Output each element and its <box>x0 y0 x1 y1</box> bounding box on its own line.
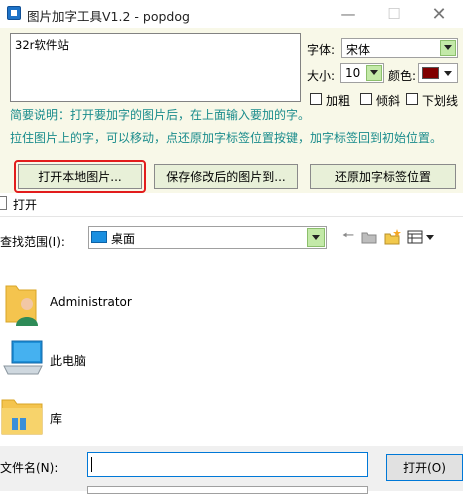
window-title: 图片加字工具V1.2 - popdog <box>27 9 190 24</box>
underline-label: 下划线 <box>422 94 459 108</box>
text-caret <box>91 457 92 472</box>
computer-icon <box>3 340 43 375</box>
view-menu-icon <box>407 230 434 244</box>
user-folder-icon <box>5 285 38 326</box>
library-folder-icon <box>1 399 43 435</box>
dialog-separator <box>0 216 463 217</box>
minimize-button[interactable]: — <box>325 0 371 28</box>
chevron-down-icon <box>440 40 456 56</box>
back-button[interactable]: 🠔 <box>340 228 356 246</box>
open-button[interactable]: 打开(O) <box>386 454 463 481</box>
item-label-administrator: Administrator <box>50 295 132 309</box>
bold-label: 加粗 <box>326 94 351 108</box>
new-folder-button[interactable] <box>384 228 402 246</box>
file-type-select[interactable] <box>87 486 368 494</box>
list-item[interactable] <box>2 282 42 326</box>
list-item[interactable] <box>0 396 44 436</box>
chevron-down-icon <box>366 65 382 81</box>
item-label-library: 库 <box>50 412 63 426</box>
italic-label: 倾斜 <box>376 94 401 108</box>
maximize-button: ☐ <box>371 0 417 28</box>
close-icon: ✕ <box>431 3 447 25</box>
up-folder-icon <box>361 232 377 244</box>
file-list: Administrator 此电脑 库 <box>0 268 463 445</box>
color-swatch <box>422 67 439 79</box>
title-bar: 图片加字工具V1.2 - popdog — ☐ ✕ <box>0 0 463 28</box>
list-item[interactable] <box>2 338 44 378</box>
up-folder-button[interactable] <box>361 228 377 246</box>
app-icon <box>7 6 21 20</box>
size-select[interactable]: 10 <box>340 63 384 83</box>
dialog-icon <box>0 196 7 210</box>
filename-label: 文件名(N): <box>0 461 59 475</box>
italic-checkbox[interactable] <box>360 93 372 105</box>
text-input-area[interactable]: 32r软件站 <box>10 33 301 102</box>
chevron-down-icon <box>444 71 452 76</box>
restore-position-button[interactable]: 还原加字标签位置 <box>310 164 456 189</box>
size-value: 10 <box>345 66 361 80</box>
lookin-label: 查找范围(I): <box>0 235 65 249</box>
back-arrow-icon: 🠔 <box>341 228 355 244</box>
font-label: 字体: <box>307 43 336 57</box>
new-folder-icon <box>384 229 401 245</box>
color-picker[interactable] <box>418 63 458 83</box>
underline-checkbox[interactable] <box>406 93 418 105</box>
highlight-box <box>14 160 146 193</box>
close-button[interactable]: ✕ <box>416 0 462 28</box>
minimize-icon: — <box>340 5 356 23</box>
color-label: 颜色: <box>388 69 417 83</box>
font-select[interactable]: 宋体 <box>341 38 458 58</box>
bold-checkbox[interactable] <box>310 93 322 105</box>
chevron-down-icon <box>307 228 325 247</box>
filename-input[interactable] <box>87 452 368 477</box>
info-line-1: 简要说明：打开要加字的图片后，在上面输入要加的字。 <box>10 108 311 122</box>
lookin-value: 桌面 <box>111 232 136 246</box>
maximize-icon: ☐ <box>387 5 401 23</box>
view-menu-button[interactable] <box>407 228 435 246</box>
font-value: 宋体 <box>346 43 371 57</box>
size-label: 大小: <box>307 69 336 83</box>
lookin-select[interactable]: 桌面 <box>88 226 327 249</box>
item-label-this-pc: 此电脑 <box>50 354 87 368</box>
dialog-title: 打开 <box>13 198 38 212</box>
save-image-button[interactable]: 保存修改后的图片到... <box>154 164 298 189</box>
info-line-2: 拉住图片上的字，可以移动，点还原加字标签位置按键，加字标签回到初始位置。 <box>10 131 443 145</box>
desktop-icon <box>91 231 107 243</box>
